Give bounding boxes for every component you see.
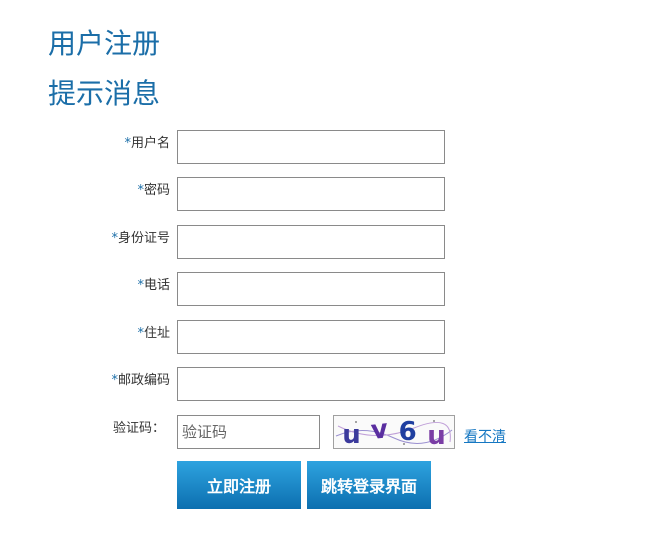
phone-label: *电话 (137, 278, 170, 293)
form-row-postal-code: *邮政编码 (0, 367, 665, 401)
phone-input[interactable] (177, 272, 445, 306)
form-row-password: *密码 (0, 177, 665, 211)
form-row-phone: *电话 (0, 272, 665, 306)
form-row-address: *住址 (0, 320, 665, 354)
captcha-char: 6 (398, 417, 419, 447)
captcha-image[interactable]: uv6u (333, 415, 455, 449)
form-row-username: *用户名 (0, 130, 665, 164)
captcha-text: uv6u (338, 415, 452, 449)
page-title: 用户注册 (48, 27, 161, 60)
postal-code-label: *邮政编码 (111, 373, 170, 388)
register-button[interactable]: 立即注册 (177, 461, 301, 509)
captcha-char: u (342, 420, 363, 449)
captcha-label: 验证码： (112, 421, 165, 436)
password-label: *密码 (137, 183, 170, 198)
captcha-input[interactable] (177, 415, 320, 449)
form-row-captcha: 验证码： uv6u 看不清 (0, 415, 665, 449)
captcha-char: u (427, 421, 448, 449)
postal-code-input[interactable] (177, 367, 445, 401)
goto-login-button[interactable]: 跳转登录界面 (307, 461, 431, 509)
address-input[interactable] (177, 320, 445, 354)
username-label: *用户名 (124, 136, 170, 151)
password-input[interactable] (177, 177, 445, 211)
id-number-input[interactable] (177, 225, 445, 259)
username-input[interactable] (177, 130, 445, 164)
message-heading: 提示消息 (48, 77, 161, 110)
address-label: *住址 (137, 326, 170, 341)
captcha-refresh-link[interactable]: 看不清 (464, 426, 506, 446)
captcha-char: v (369, 415, 392, 446)
id-number-label: *身份证号 (111, 231, 170, 246)
form-row-id-number: *身份证号 (0, 225, 665, 259)
